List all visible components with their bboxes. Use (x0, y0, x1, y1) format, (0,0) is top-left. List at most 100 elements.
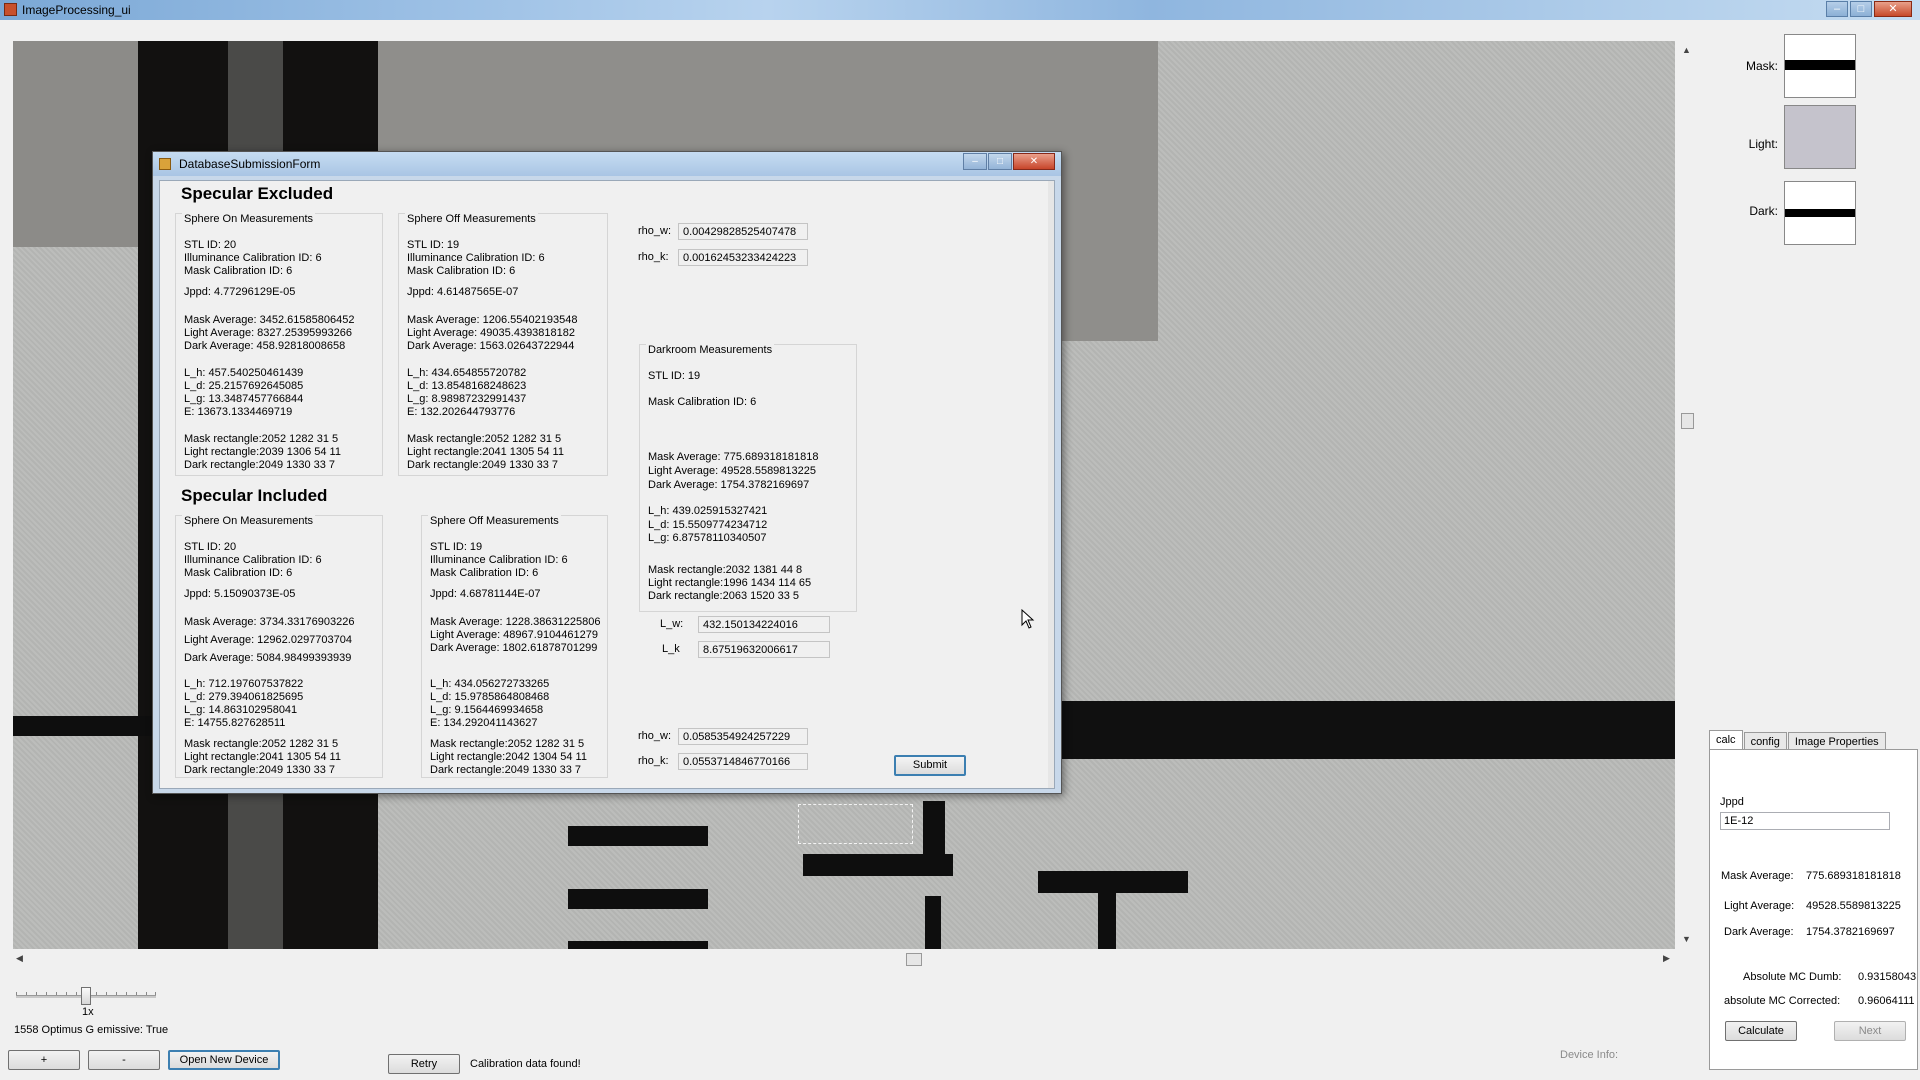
in-off-dark-average: Dark Average: 1802.61878701299 (430, 642, 598, 654)
ex-off-light-average: Light Average: 49035.4393818182 (407, 327, 576, 339)
zoom-slider-knob[interactable] (81, 987, 91, 1005)
ex-off-mask-rect: Mask rectangle:2052 1282 31 5 (407, 433, 562, 445)
dialog-window-controls: – □ ✕ (963, 153, 1055, 170)
in-on-l-g: L_g: 14.863102958041 (184, 704, 298, 716)
ex-off-illum-cal-id: Illuminance Calibration ID: 6 (407, 252, 545, 264)
app-icon (4, 3, 17, 16)
plus-button[interactable]: + (8, 1050, 80, 1070)
maximize-button[interactable]: □ (1850, 1, 1872, 17)
retry-button[interactable]: Retry (388, 1054, 460, 1074)
device-info-label: Device Info: (1560, 1049, 1619, 1061)
dr-stl-id: STL ID: 19 (648, 370, 701, 382)
selection-rectangle[interactable] (798, 804, 913, 844)
panel-mask-average-label: Mask Average: (1721, 870, 1794, 882)
jppd-label: Jppd (1720, 796, 1744, 808)
viewport-vertical-scrollbar[interactable]: ▲ ▼ (1679, 41, 1696, 949)
included-sphere-off-group: Sphere Off Measurements STL ID: 19 Illum… (421, 515, 608, 778)
ex-on-mask-average: Mask Average: 3452.61585806452 (184, 314, 355, 326)
minimize-button[interactable]: – (1826, 1, 1848, 17)
in-on-mask-cal-id: Mask Calibration ID: 6 (184, 567, 293, 579)
excluded-sphere-off-group: Sphere Off Measurements STL ID: 19 Illum… (398, 213, 608, 476)
dr-mask-rect: Mask rectangle:2032 1381 44 8 (648, 564, 803, 576)
close-button[interactable]: ✕ (1874, 1, 1912, 17)
dialog-app-icon (159, 158, 171, 170)
dialog-close-button[interactable]: ✕ (1013, 153, 1055, 170)
in-off-l-h: L_h: 434.056272733265 (430, 678, 550, 690)
ex-on-illum-cal-id: Illuminance Calibration ID: 6 (184, 252, 322, 264)
mask-swatch-label: Mask: (1745, 59, 1778, 73)
jppd-input[interactable] (1720, 812, 1890, 830)
specular-included-title: Specular Included (181, 486, 328, 505)
excluded-sphere-off-label: Sphere Off Measurements (405, 213, 538, 225)
in-off-l-g: L_g: 9.1564469934658 (430, 704, 544, 716)
dialog-minimize-button[interactable]: – (963, 153, 987, 170)
scroll-left-arrow-icon[interactable]: ◀ (16, 953, 23, 964)
l-k-field[interactable]: 8.67519632006617 (698, 641, 830, 658)
viewport-horizontal-scrollbar[interactable]: ◀ ▶ (13, 951, 1675, 968)
included-rho-w-field[interactable]: 0.0585354924257229 (678, 728, 808, 745)
in-off-mask-average: Mask Average: 1228.38631225806 (430, 616, 601, 628)
scroll-down-arrow-icon[interactable]: ▼ (1682, 934, 1691, 944)
abs-mc-dumb-label: Absolute MC Dumb: (1743, 971, 1842, 983)
scroll-right-arrow-icon[interactable]: ▶ (1663, 953, 1670, 964)
next-button[interactable]: Next (1834, 1021, 1906, 1041)
vertical-scroll-thumb[interactable] (1681, 413, 1694, 429)
minus-button[interactable]: - (88, 1050, 160, 1070)
in-on-stl-id: STL ID: 20 (184, 541, 237, 553)
included-rho-k-label: rho_k: (638, 755, 669, 767)
tab-calc[interactable]: calc (1709, 730, 1743, 751)
image-thick-line (1058, 701, 1675, 759)
in-on-dark-average: Dark Average: 5084.98499393939 (184, 652, 352, 664)
ex-off-dark-rect: Dark rectangle:2049 1330 33 7 (407, 459, 559, 471)
excluded-rho-k-field[interactable]: 0.00162453233424223 (678, 249, 808, 266)
excluded-rho-k-label: rho_k: (638, 251, 669, 263)
in-off-l-d: L_d: 15.9785864808468 (430, 691, 550, 703)
included-sphere-off-label: Sphere Off Measurements (428, 515, 561, 527)
ex-on-light-average: Light Average: 8327.25395993266 (184, 327, 353, 339)
in-off-illum-cal-id: Illuminance Calibration ID: 6 (430, 554, 568, 566)
ex-on-dark-average: Dark Average: 458.92818008658 (184, 340, 346, 352)
light-swatch-label: Light: (1748, 137, 1778, 151)
window-title-bar[interactable]: ImageProcessing_ui – □ ✕ (0, 0, 1920, 20)
submit-button[interactable]: Submit (894, 755, 966, 776)
device-line: 1558 Optimus G emissive: True (14, 1024, 169, 1036)
horizontal-scroll-thumb[interactable] (906, 953, 922, 966)
image-dark-corner (13, 41, 138, 247)
dr-dark-rect: Dark rectangle:2063 1520 33 5 (648, 590, 800, 602)
in-on-mask-average: Mask Average: 3734.33176903226 (184, 616, 355, 628)
panel-light-average-label: Light Average: (1724, 900, 1795, 912)
window-title: ImageProcessing_ui (22, 3, 131, 17)
l-w-label: L_w: (660, 618, 684, 630)
ex-on-mask-cal-id: Mask Calibration ID: 6 (184, 265, 293, 277)
ex-on-light-rect: Light rectangle:2039 1306 54 11 (184, 446, 341, 458)
image-mark-7 (1098, 871, 1116, 949)
image-mark-1 (568, 826, 708, 846)
scroll-up-arrow-icon[interactable]: ▲ (1682, 45, 1691, 55)
image-mark-2 (568, 889, 708, 909)
excluded-sphere-on-group: Sphere On Measurements STL ID: 20 Illumi… (175, 213, 383, 476)
calculate-button[interactable]: Calculate (1725, 1021, 1797, 1041)
ex-off-mask-average: Mask Average: 1206.55402193548 (407, 314, 578, 326)
dialog-maximize-button[interactable]: □ (988, 153, 1012, 170)
in-on-light-average: Light Average: 12962.0297703704 (184, 634, 353, 646)
l-w-field[interactable]: 432.150134224016 (698, 616, 830, 633)
open-new-device-button[interactable]: Open New Device (168, 1050, 280, 1070)
in-off-mask-cal-id: Mask Calibration ID: 6 (430, 567, 539, 579)
ex-off-e: E: 132.202644793776 (407, 406, 516, 418)
in-off-mask-rect: Mask rectangle:2052 1282 31 5 (430, 738, 585, 750)
excluded-rho-w-field[interactable]: 0.00429828525407478 (678, 223, 808, 240)
dialog-body: Specular Excluded Sphere On Measurements… (159, 180, 1055, 789)
dr-mask-average: Mask Average: 775.689318181818 (648, 451, 819, 463)
mask-swatch (1784, 34, 1856, 98)
l-k-label: L_k (662, 643, 680, 655)
in-off-jppd: Jppd: 4.68781144E-07 (430, 588, 541, 600)
included-rho-k-field[interactable]: 0.0553714846770166 (678, 753, 808, 770)
dialog-title-bar[interactable]: DatabaseSubmissionForm – □ ✕ (153, 152, 1061, 176)
darkroom-label: Darkroom Measurements (646, 344, 775, 356)
dialog-scrollbar[interactable] (1048, 181, 1054, 788)
ex-on-dark-rect: Dark rectangle:2049 1330 33 7 (184, 459, 336, 471)
in-off-stl-id: STL ID: 19 (430, 541, 483, 553)
ex-off-stl-id: STL ID: 19 (407, 239, 460, 251)
panel-dark-average-value: 1754.3782169697 (1806, 926, 1895, 938)
dark-swatch-band (1785, 209, 1855, 217)
